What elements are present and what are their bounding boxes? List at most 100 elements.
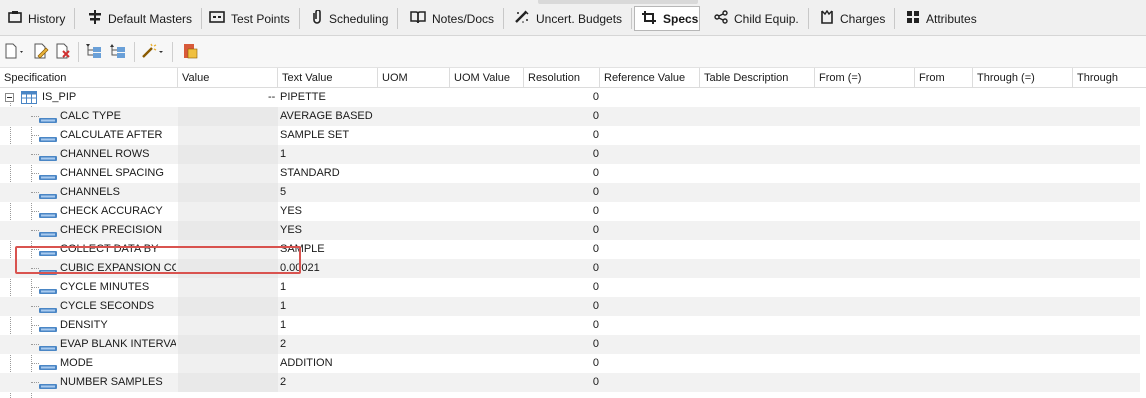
column-header-resolution[interactable]: Resolution: [524, 68, 600, 88]
table-row-root[interactable]: IS_PIP -- PIPETTE 0: [0, 88, 1140, 107]
table-row[interactable]: DENSITY 1 0: [0, 316, 1140, 335]
table-row[interactable]: CYCLE MINUTES 1 0: [0, 278, 1140, 297]
text-value-cell[interactable]: 2: [280, 373, 376, 392]
resolution-cell[interactable]: 0: [525, 183, 599, 202]
tab-default-masters[interactable]: Default Masters: [82, 6, 203, 31]
spec-item-icon: [39, 323, 57, 332]
text-value-cell[interactable]: ADDITION: [280, 354, 376, 373]
text-value-cell[interactable]: 1: [280, 316, 376, 335]
text-value-cell[interactable]: 1: [280, 278, 376, 297]
text-value-cell[interactable]: SAMPLE SET: [280, 126, 376, 145]
table-row[interactable]: CALC TYPE AVERAGE BASED 0: [0, 107, 1140, 126]
wand-button[interactable]: [140, 42, 166, 62]
table-row[interactable]: NUMBER SAMPLES 2 0: [0, 373, 1140, 392]
resolution-cell[interactable]: 0: [525, 145, 599, 164]
resolution-cell[interactable]: 0: [525, 297, 599, 316]
value-cell[interactable]: [178, 221, 278, 240]
value-cell[interactable]: [178, 335, 278, 354]
column-header-value[interactable]: Value: [178, 68, 278, 88]
resolution-cell[interactable]: 0: [525, 354, 599, 373]
tab-test-points[interactable]: Test Points: [203, 6, 300, 31]
value-cell[interactable]: [178, 183, 278, 202]
text-value-cell[interactable]: 5: [280, 183, 376, 202]
tree-branch: [31, 344, 39, 345]
resolution-cell[interactable]: 0: [525, 316, 599, 335]
table-row[interactable]: CHANNEL ROWS 1 0: [0, 145, 1140, 164]
table-row[interactable]: CALCULATE AFTER SAMPLE SET 0: [0, 126, 1140, 145]
edit-button[interactable]: [32, 42, 50, 62]
spec-item-icon: [39, 114, 57, 123]
text-value-cell[interactable]: AVERAGE BASED: [280, 107, 376, 126]
column-header-through[interactable]: Through: [1073, 68, 1146, 88]
collapse-toggle-icon[interactable]: [5, 93, 14, 102]
spec-item-icon: [39, 209, 57, 218]
value-cell[interactable]: [178, 316, 278, 335]
table-row[interactable]: CHECK PRECISION YES 0: [0, 221, 1140, 240]
value-cell[interactable]: [178, 126, 278, 145]
column-header-table-description[interactable]: Table Description: [700, 68, 815, 88]
column-header-through-eq[interactable]: Through (=): [973, 68, 1073, 88]
table-row[interactable]: CYCLE SECONDS 1 0: [0, 297, 1140, 316]
resolution-cell[interactable]: 0: [525, 164, 599, 183]
table-row[interactable]: EVAP BLANK INTERVAL 2 0: [0, 335, 1140, 354]
value-cell[interactable]: [178, 373, 278, 392]
tab-attributes[interactable]: Attributes: [900, 6, 983, 31]
column-header-text-value[interactable]: Text Value: [278, 68, 378, 88]
resolution-cell: 0: [592, 91, 599, 103]
tree-branch: [31, 363, 39, 364]
tree-branch: [31, 230, 39, 231]
resolution-cell[interactable]: 0: [525, 335, 599, 354]
column-header-reference-value[interactable]: Reference Value: [600, 68, 700, 88]
table-row[interactable]: MODE ADDITION 0: [0, 354, 1140, 373]
column-header-uom-value[interactable]: UOM Value: [450, 68, 524, 88]
resolution-cell[interactable]: 0: [525, 373, 599, 392]
new-button[interactable]: [3, 42, 27, 62]
tab-child-equip[interactable]: Child Equip.: [708, 6, 809, 31]
tab-history[interactable]: History: [2, 6, 76, 31]
text-value-cell[interactable]: 1: [280, 145, 376, 164]
resolution-cell[interactable]: 0: [525, 107, 599, 126]
text-value-cell[interactable]: YES: [280, 221, 376, 240]
resolution-cell[interactable]: 0: [525, 126, 599, 145]
resolution-cell[interactable]: 0: [525, 202, 599, 221]
table-row[interactable]: CHANNELS 5 0: [0, 183, 1140, 202]
text-value-cell[interactable]: YES: [280, 202, 376, 221]
column-header-from[interactable]: From: [915, 68, 973, 88]
table-row[interactable]: CHANNEL SPACING STANDARD 0: [0, 164, 1140, 183]
tab-specs[interactable]: Specs: [634, 6, 700, 31]
tree-branch: [31, 325, 39, 326]
tab-notes-docs[interactable]: Notes/Docs: [404, 6, 505, 31]
tab-scheduling[interactable]: Scheduling: [305, 6, 399, 31]
text-value-cell[interactable]: 1: [280, 297, 376, 316]
resolution-cell[interactable]: 0: [525, 259, 599, 278]
tree-expand-button[interactable]: [84, 42, 104, 62]
resolution-cell[interactable]: 0: [525, 278, 599, 297]
spec-name: DENSITY: [60, 319, 108, 331]
spec-item-icon: [39, 190, 57, 199]
spec-item-icon: [39, 133, 57, 142]
column-header-uom[interactable]: UOM: [378, 68, 450, 88]
delete-button[interactable]: [54, 42, 72, 62]
column-header-specification[interactable]: Specification: [0, 68, 178, 88]
tree-collapse-button[interactable]: [108, 42, 128, 62]
value-cell[interactable]: [178, 278, 278, 297]
value-cell[interactable]: [178, 164, 278, 183]
charges-icon: [820, 9, 834, 27]
table-row[interactable]: CHECK ACCURACY YES 0: [0, 202, 1140, 221]
tree-branch: [31, 192, 39, 193]
tab-scroll-indicator[interactable]: [538, 0, 698, 4]
export-button[interactable]: [180, 42, 200, 62]
value-cell[interactable]: [178, 297, 278, 316]
tab-charges[interactable]: Charges: [814, 6, 896, 31]
resolution-cell[interactable]: 0: [525, 221, 599, 240]
spec-item-icon: [39, 342, 57, 351]
value-cell[interactable]: [178, 202, 278, 221]
value-cell[interactable]: [178, 145, 278, 164]
text-value-cell[interactable]: 2: [280, 335, 376, 354]
resolution-cell[interactable]: 0: [525, 240, 599, 259]
value-cell[interactable]: [178, 107, 278, 126]
value-cell[interactable]: [178, 354, 278, 373]
tab-uncert-budgets[interactable]: Uncert. Budgets: [508, 6, 633, 31]
text-value-cell[interactable]: STANDARD: [280, 164, 376, 183]
column-header-from-eq[interactable]: From (=): [815, 68, 915, 88]
